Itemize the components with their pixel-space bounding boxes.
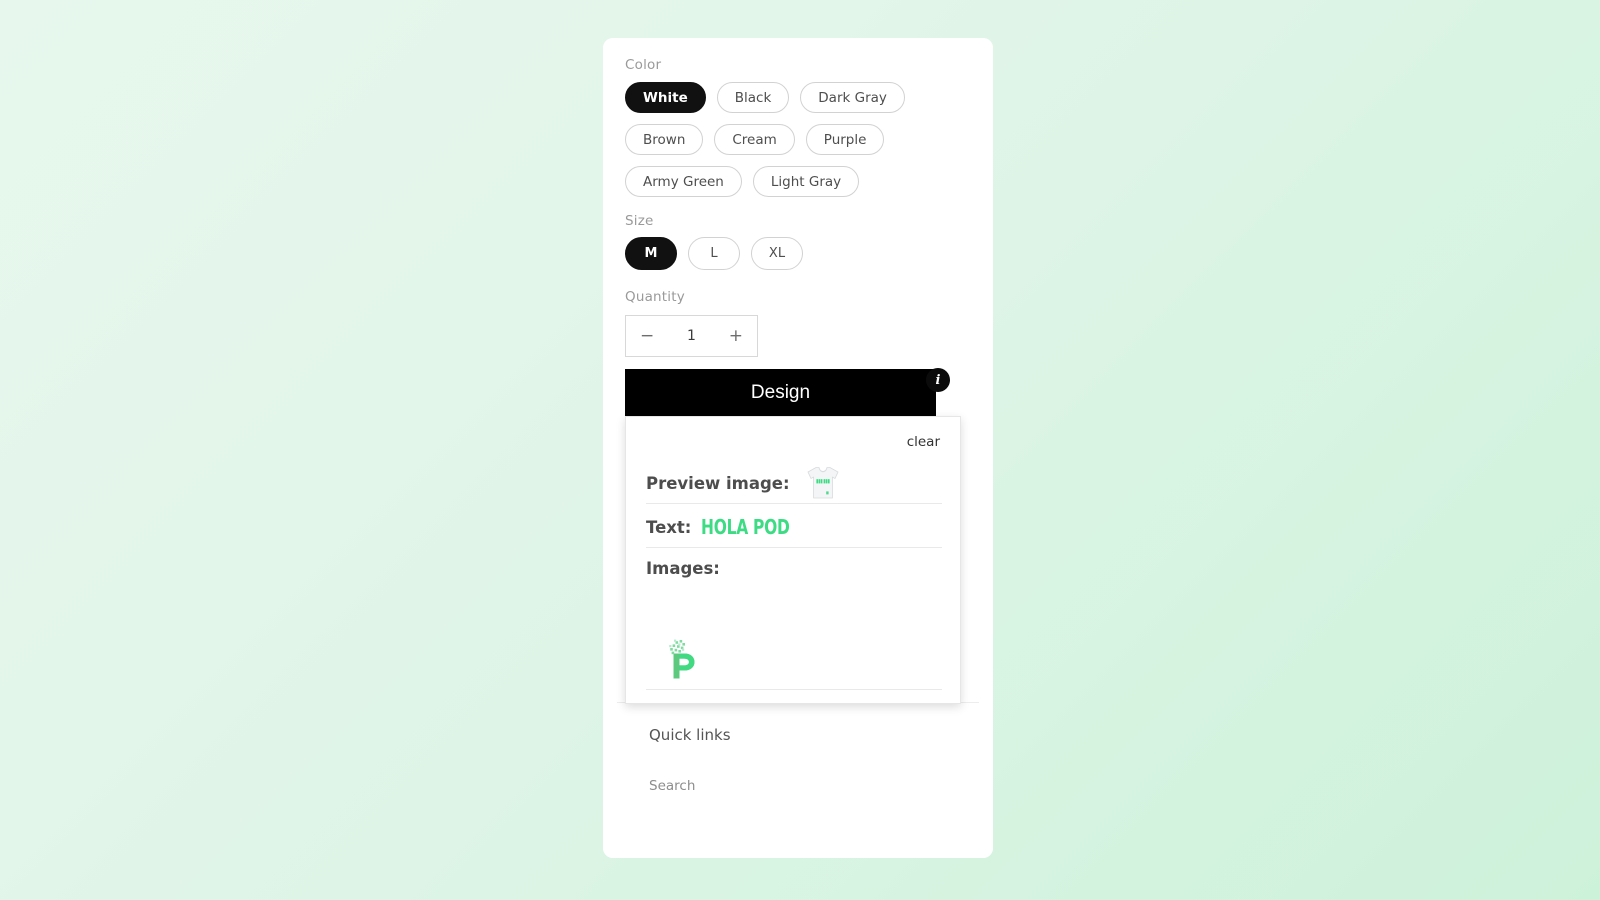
- design-button[interactable]: Design: [625, 369, 936, 416]
- preview-image-label: Preview image:: [646, 473, 790, 493]
- color-option-purple[interactable]: Purple: [805, 124, 885, 155]
- design-image-thumbnail[interactable]: [666, 639, 700, 679]
- color-option-army-green[interactable]: Army Green: [625, 166, 742, 197]
- size-label: Size: [625, 213, 654, 229]
- clear-design-button[interactable]: clear: [907, 434, 940, 450]
- quantity-value[interactable]: 1: [687, 328, 696, 344]
- color-option-dark-gray[interactable]: Dark Gray: [800, 82, 905, 113]
- design-images-row: Images:: [646, 559, 942, 578]
- quantity-increment-button[interactable]: +: [729, 327, 743, 345]
- color-options-row-3: Army Green Light Gray: [625, 166, 860, 197]
- design-summary-panel: clear Preview image: Text: HOLA POD Imag…: [625, 416, 961, 704]
- color-options-row-2: Brown Cream Purple: [625, 124, 885, 155]
- design-text-label: Text:: [646, 517, 692, 537]
- panel-divider-2: [646, 547, 942, 548]
- preview-image-thumbnail[interactable]: [804, 465, 842, 501]
- color-option-black[interactable]: Black: [716, 82, 790, 113]
- color-options-row-1: White Black Dark Gray: [625, 82, 905, 113]
- quantity-stepper: − 1 +: [625, 315, 758, 357]
- design-images-label: Images:: [646, 559, 720, 578]
- color-option-cream[interactable]: Cream: [714, 124, 795, 155]
- quantity-label: Quantity: [625, 289, 685, 305]
- quantity-decrement-button[interactable]: −: [640, 327, 654, 345]
- color-option-white[interactable]: White: [625, 82, 706, 113]
- size-option-xl[interactable]: XL: [751, 237, 803, 270]
- size-option-m[interactable]: M: [625, 237, 677, 270]
- color-option-brown[interactable]: Brown: [625, 124, 704, 155]
- size-options-row: M L XL: [625, 237, 803, 270]
- panel-divider-1: [646, 503, 942, 504]
- color-option-light-gray[interactable]: Light Gray: [752, 166, 860, 197]
- product-options-card: Color White Black Dark Gray Brown Cream …: [603, 38, 993, 858]
- info-icon[interactable]: i: [926, 368, 950, 392]
- color-label: Color: [625, 57, 662, 73]
- footer-link-search[interactable]: Search: [649, 778, 695, 794]
- panel-divider-3: [646, 689, 942, 690]
- footer-heading: Quick links: [649, 726, 731, 744]
- design-text-row: Text: HOLA POD: [646, 515, 942, 539]
- design-text-value: HOLA POD: [701, 515, 790, 539]
- preview-image-row: Preview image:: [646, 465, 942, 501]
- size-option-l[interactable]: L: [688, 237, 740, 270]
